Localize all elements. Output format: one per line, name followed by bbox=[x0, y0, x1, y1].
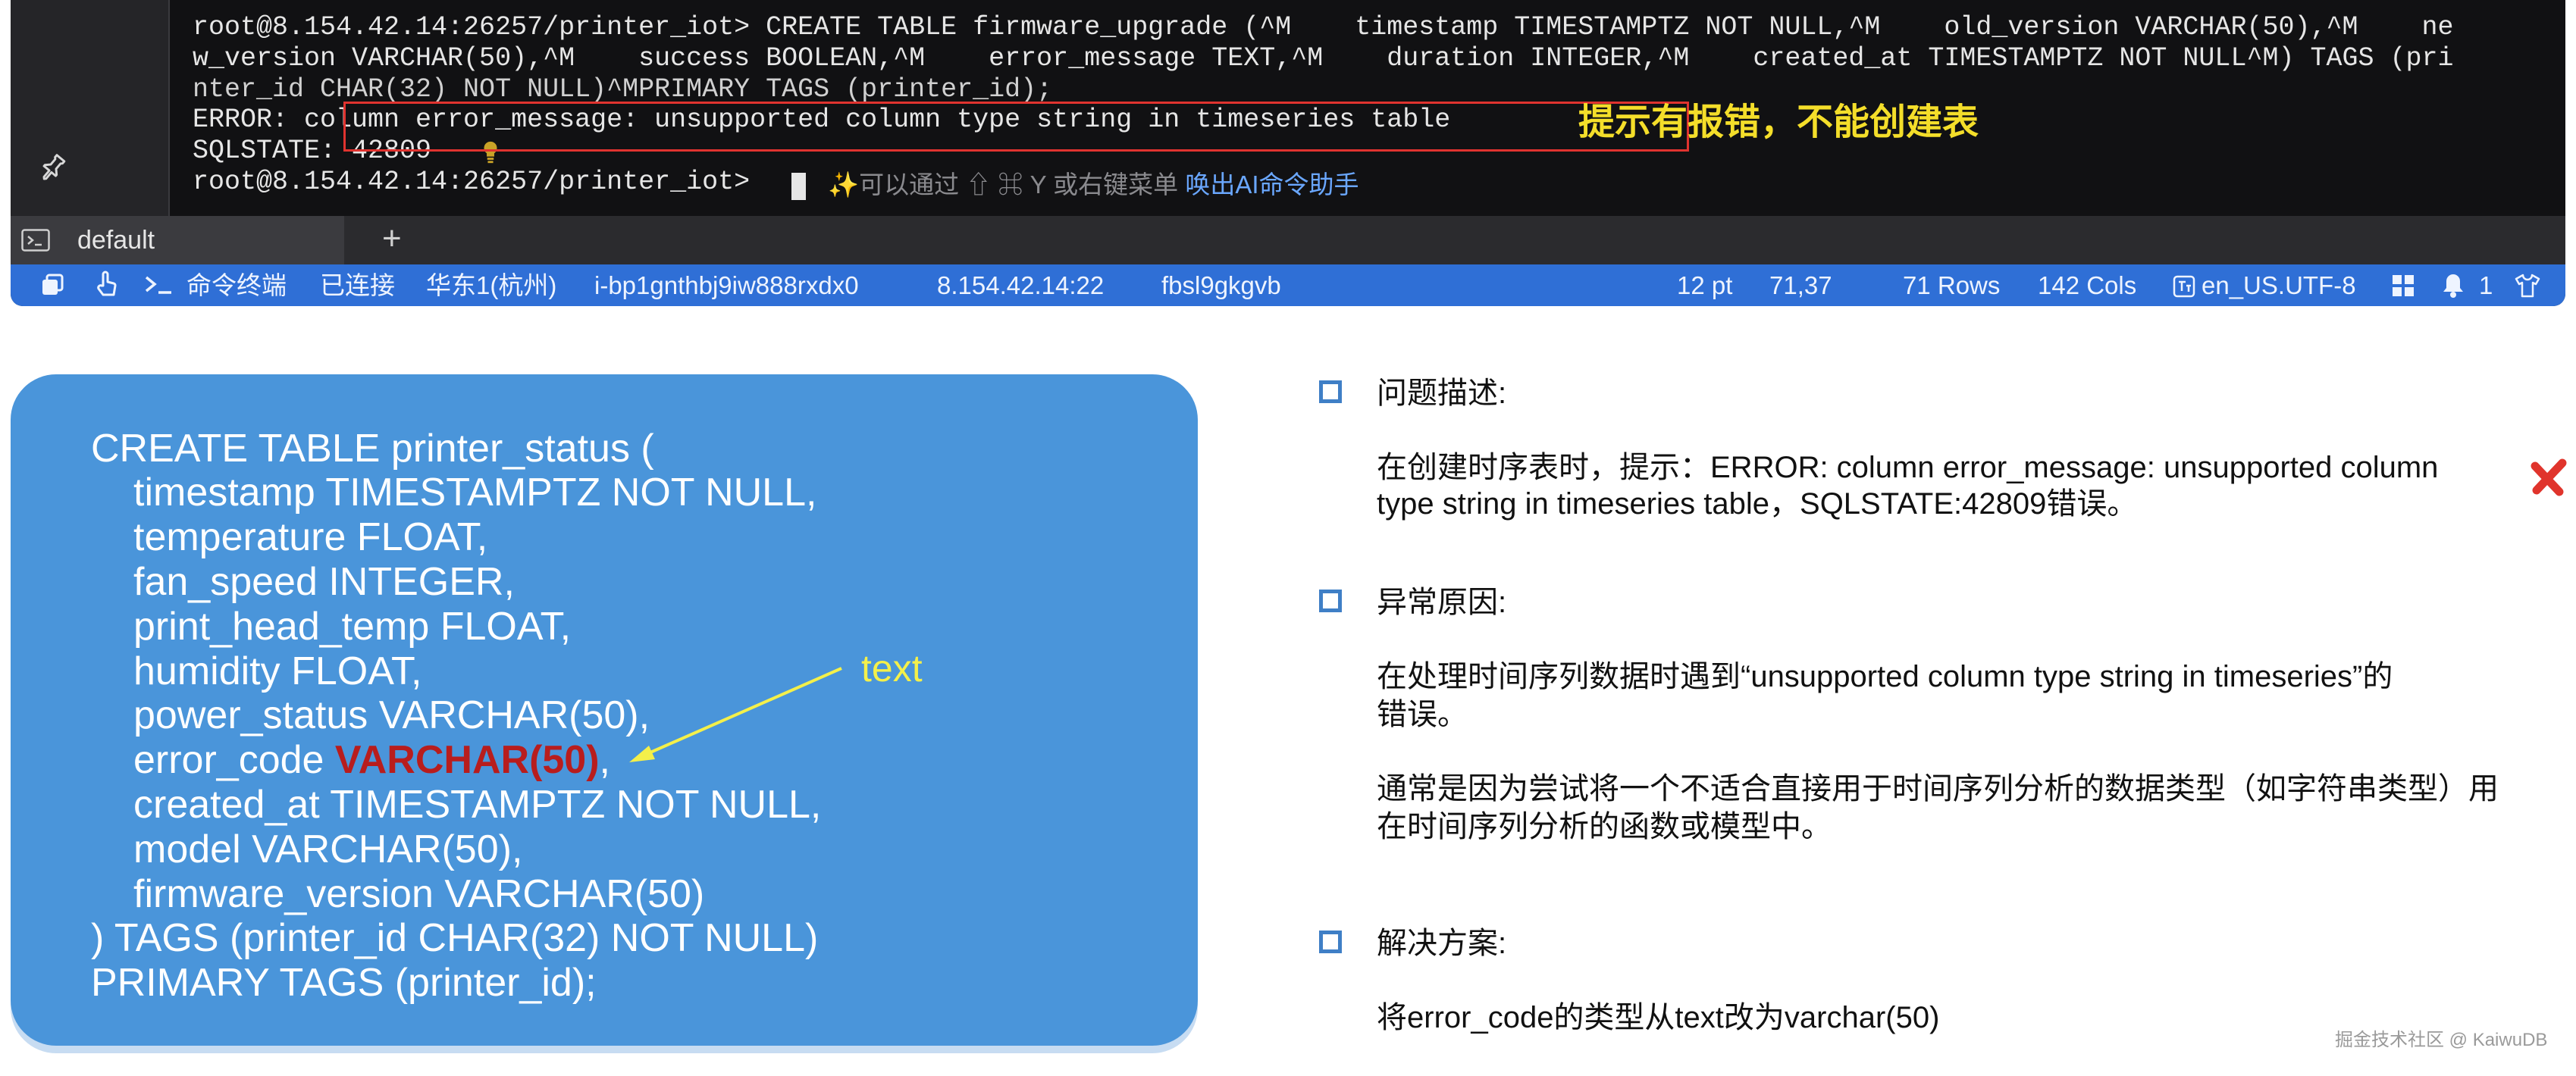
watermark: 掘金技术社区 @ KaiwuDB bbox=[2335, 1030, 2548, 1050]
shirt-icon[interactable] bbox=[2514, 272, 2541, 299]
code-line: power_status VARCHAR(50), bbox=[133, 693, 650, 737]
error-code-type: VARCHAR(50) bbox=[334, 738, 600, 782]
status-font-size[interactable]: 12 pt bbox=[1677, 271, 1732, 301]
pin-icon[interactable] bbox=[36, 152, 70, 185]
status-encoding[interactable]: en_US.UTF-8 bbox=[2202, 271, 2356, 301]
bell-icon[interactable] bbox=[2441, 272, 2465, 299]
status-instance-id: i-bp1gnthbj9iw888rxdx0 bbox=[594, 271, 859, 299]
error-x-icon bbox=[2531, 458, 2567, 496]
code-line: timestamp TIMESTAMPTZ NOT NULL, bbox=[133, 471, 817, 515]
status-cols: 142 Cols bbox=[2038, 271, 2137, 299]
tab-default[interactable]: default bbox=[11, 216, 344, 264]
status-rows: 71 Rows bbox=[1903, 271, 2001, 299]
terminal-line: nter_id CHAR(32) NOT NULL)^MPRIMARY TAGS… bbox=[193, 74, 1053, 105]
copy-icon[interactable] bbox=[41, 274, 65, 296]
ai-assistant-hint: ✨可以通过 ⇧ ⌘ Y 或右键菜单 唤出AI命令助手 bbox=[828, 168, 1359, 202]
hand-pointer-icon[interactable] bbox=[96, 271, 118, 299]
terminal-side-gutter bbox=[11, 0, 168, 216]
status-connection: 已连接 bbox=[320, 271, 395, 299]
cause-text-line: 在时间序列分析的函数或模型中。 bbox=[1377, 810, 1832, 843]
status-region: 华东1(杭州) bbox=[426, 271, 557, 299]
arrow-label: text bbox=[861, 647, 923, 690]
code-line: fan_speed INTEGER, bbox=[133, 560, 515, 604]
terminal-icon bbox=[21, 229, 50, 252]
tab-label: default bbox=[77, 226, 155, 255]
code-line: PRIMARY TAGS (printer_id); bbox=[91, 961, 597, 1005]
terminal-window[interactable]: root@8.154.42.14:26257/printer_iot> CREA… bbox=[11, 0, 2565, 306]
terminal-line: w_version VARCHAR(50),^M success BOOLEAN… bbox=[193, 43, 2454, 74]
annotation-arrow bbox=[629, 667, 842, 762]
grid-icon[interactable] bbox=[2391, 274, 2415, 298]
cause-text-line: 通常是因为尝试将一个不适合直接用于时间序列分析的数据类型（如字符串类型）用 bbox=[1377, 772, 2499, 805]
code-line: ) TAGS (printer_id CHAR(32) NOT NULL) bbox=[91, 916, 819, 960]
status-bar: 命令终端 已连接 华东1(杭州) i-bp1gnthbj9iw888rxdx0 … bbox=[11, 264, 2565, 306]
cause-text-line: 错误。 bbox=[1377, 698, 1468, 731]
terminal-output[interactable]: root@8.154.42.14:26257/printer_iot> CREA… bbox=[170, 0, 2565, 216]
error-annotation: 提示有报错，不能创建表 bbox=[1578, 102, 1979, 142]
ai-hint-text: 可以通过 ⇧ ⌘ Y 或右键菜单 bbox=[859, 170, 1186, 199]
terminal-line: root@8.154.42.14:26257/printer_iot> CREA… bbox=[193, 12, 2454, 42]
cause-title: 异常原因: bbox=[1377, 586, 1507, 619]
terminal-prompt: root@8.154.42.14:26257/printer_iot> bbox=[193, 167, 766, 197]
solution-title: 解决方案: bbox=[1377, 927, 1507, 960]
code-line: firmware_version VARCHAR(50) bbox=[133, 872, 705, 916]
error-highlight-box bbox=[343, 102, 1689, 152]
problem-text-line: type string in timeseries table，SQLSTATE… bbox=[1377, 487, 2138, 521]
code-line: print_head_temp FLOAT, bbox=[133, 605, 572, 649]
ai-assistant-link[interactable]: 唤出AI命令助手 bbox=[1185, 170, 1359, 199]
problem-title: 问题描述: bbox=[1377, 377, 1507, 410]
cause-text-line: 在处理时间序列数据时遇到“unsupported column type str… bbox=[1377, 660, 2393, 693]
notification-count: 1 bbox=[2479, 271, 2493, 299]
error-code-comma: , bbox=[599, 738, 610, 782]
code-line: temperature FLOAT, bbox=[133, 515, 488, 559]
terminal-cursor bbox=[791, 173, 806, 200]
add-tab-button[interactable]: + bbox=[382, 221, 402, 257]
code-line: created_at TIMESTAMPTZ NOT NULL, bbox=[133, 783, 822, 827]
code-panel: CREATE TABLE printer_status ( timestamp … bbox=[11, 374, 1198, 1046]
tab-bar: default + bbox=[11, 216, 2565, 264]
status-address: 8.154.42.14:22 bbox=[937, 271, 1105, 299]
code-line: CREATE TABLE printer_status ( bbox=[91, 427, 654, 471]
bullet-square-icon bbox=[1319, 931, 1342, 953]
terminal-prompt-icon bbox=[145, 276, 171, 294]
language-icon bbox=[2173, 275, 2195, 298]
solution-text-line: 将error_code的类型从text改为varchar(50) bbox=[1377, 1001, 1940, 1034]
error-code-column: error_code bbox=[133, 738, 335, 782]
sparkle-icon: ✨ bbox=[828, 170, 860, 199]
code-line-error-code: error_code VARCHAR(50), bbox=[133, 737, 610, 783]
status-terminal-label: 命令终端 bbox=[186, 271, 287, 299]
bullet-square-icon bbox=[1319, 380, 1342, 403]
status-session: fbsl9gkgvb bbox=[1161, 271, 1281, 299]
bullet-square-icon bbox=[1319, 590, 1342, 612]
status-cursor-position: 71,37 bbox=[1769, 271, 1832, 299]
code-line: humidity FLOAT, bbox=[133, 649, 422, 693]
code-line: model VARCHAR(50), bbox=[133, 827, 523, 871]
problem-text-line: 在创建时序表时，提示：ERROR: column error_message: … bbox=[1377, 451, 2439, 484]
